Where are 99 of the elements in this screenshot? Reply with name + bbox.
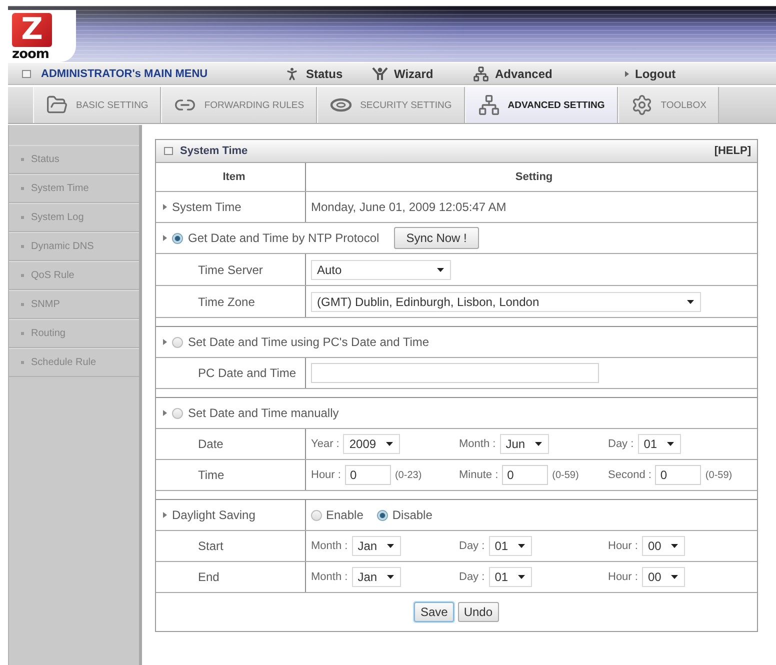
bullet-icon [21, 332, 24, 335]
option-label: Get Date and Time by NTP Protocol [188, 231, 380, 245]
row-label: Time [198, 468, 224, 482]
row-label: Date [198, 437, 224, 451]
option-label: Set Date and Time manually [188, 406, 339, 420]
row-label: Time Server [198, 262, 263, 276]
bullet-icon [21, 216, 24, 219]
network-icon [478, 94, 500, 116]
triangle-bullet-icon [163, 339, 167, 345]
sync-button[interactable]: Sync Now ! [394, 227, 479, 249]
folder-icon [46, 94, 68, 116]
input-field[interactable]: 0 [344, 465, 391, 485]
menu-link[interactable]: Advanced [473, 66, 552, 82]
bullet-icon [21, 158, 24, 161]
radio-option[interactable]: Enable [311, 508, 364, 522]
menu-title: ADMINISTRATOR's MAIN MENU [41, 68, 208, 80]
caret-icon [535, 442, 542, 446]
caret-icon [437, 268, 444, 272]
bullet-icon [21, 274, 24, 277]
field-label: Hour : [608, 571, 638, 583]
dropdown[interactable]: 01 [488, 567, 532, 587]
field-label: Month : [311, 571, 348, 583]
dropdown[interactable]: Jan [352, 567, 402, 587]
square-icon [22, 70, 31, 78]
tab[interactable]: ADVANCED SETTING [464, 87, 618, 123]
caret-icon [518, 544, 526, 548]
row-label: Time Zone [198, 294, 255, 308]
figure-icon [372, 66, 388, 80]
triangle-bullet-icon [163, 410, 167, 416]
caret-icon [671, 544, 678, 548]
menu-link[interactable]: Wizard [372, 66, 434, 80]
dropdown[interactable]: Auto [311, 260, 451, 280]
radio-option[interactable]: Disable [377, 508, 432, 522]
menu-link[interactable]: Status [284, 66, 343, 82]
field-label: Year : [311, 438, 340, 450]
dropdown[interactable]: 01 [488, 536, 532, 556]
caret-icon [386, 442, 394, 446]
caret-icon [671, 575, 678, 579]
input-field[interactable]: 0 [655, 465, 702, 485]
menu-link[interactable]: Logout [625, 66, 676, 80]
form-button[interactable]: Save [414, 602, 454, 622]
logo-mark: Z [12, 13, 52, 47]
field-label: Day : [459, 540, 485, 552]
range-hint: (0-23) [394, 470, 422, 480]
network-icon [473, 66, 489, 82]
dropdown[interactable]: Jan [352, 536, 402, 556]
form-button[interactable]: Undo [458, 602, 499, 622]
caret-icon [687, 300, 694, 304]
radio-button[interactable] [377, 510, 388, 520]
column-header: Setting [515, 171, 553, 183]
dropdown[interactable]: 2009 [343, 434, 400, 454]
radio-button[interactable] [172, 336, 183, 348]
logo-wordmark: zoom [12, 47, 49, 62]
row-label: System Time [172, 200, 242, 214]
column-header: Item [222, 171, 246, 183]
setting-value: Monday, June 01, 2009 12:05:47 AM [311, 200, 506, 214]
bullet-icon [21, 303, 24, 306]
triangle-bullet-icon [163, 512, 167, 518]
caret-icon [387, 544, 394, 548]
square-icon [164, 147, 173, 155]
dropdown[interactable]: 00 [642, 567, 686, 587]
field-label: Minute : [459, 469, 498, 481]
field-label: Day : [608, 438, 634, 450]
help-link[interactable]: [HELP] [714, 145, 751, 157]
range-hint: (0-59) [552, 470, 579, 480]
field-label: Day : [459, 571, 485, 583]
caret-icon [518, 575, 526, 579]
field-label: Hour : [311, 469, 341, 481]
caret-icon [667, 442, 674, 446]
range-hint: (0-59) [705, 470, 732, 480]
dropdown[interactable]: 00 [642, 536, 686, 556]
person-icon [284, 66, 300, 82]
field-label: Month : [459, 438, 496, 450]
row-label: End [198, 570, 220, 584]
gear-icon [630, 94, 653, 116]
dropdown[interactable]: (GMT) Dublin, Edinburgh, Lisbon, London [311, 292, 701, 312]
radio-button[interactable] [172, 232, 183, 244]
bullet-icon [21, 187, 24, 190]
row-label: Start [198, 539, 224, 553]
field-label: Hour : [608, 540, 638, 552]
field-label: Second : [608, 469, 652, 481]
triangle-bullet-icon [163, 204, 167, 210]
dropdown[interactable]: 01 [638, 434, 682, 454]
row-label: Daylight Saving [172, 508, 256, 522]
input-field[interactable] [311, 363, 599, 383]
caret-icon [387, 575, 394, 579]
field-label: Month : [311, 540, 348, 552]
radio-button[interactable] [172, 408, 183, 418]
ring-icon [330, 98, 352, 112]
radio-button[interactable] [311, 510, 322, 520]
row-label: PC Date and Time [198, 366, 296, 380]
input-field[interactable]: 0 [502, 465, 548, 485]
triangle-bullet-icon [625, 70, 629, 76]
bullet-icon [21, 245, 24, 248]
panel-title: System Time [180, 145, 248, 157]
bullet-icon [21, 361, 24, 364]
triangle-bullet-icon [163, 235, 167, 241]
option-label: Set Date and Time using PC's Date and Time [188, 335, 430, 349]
dropdown[interactable]: Jun [500, 434, 550, 454]
